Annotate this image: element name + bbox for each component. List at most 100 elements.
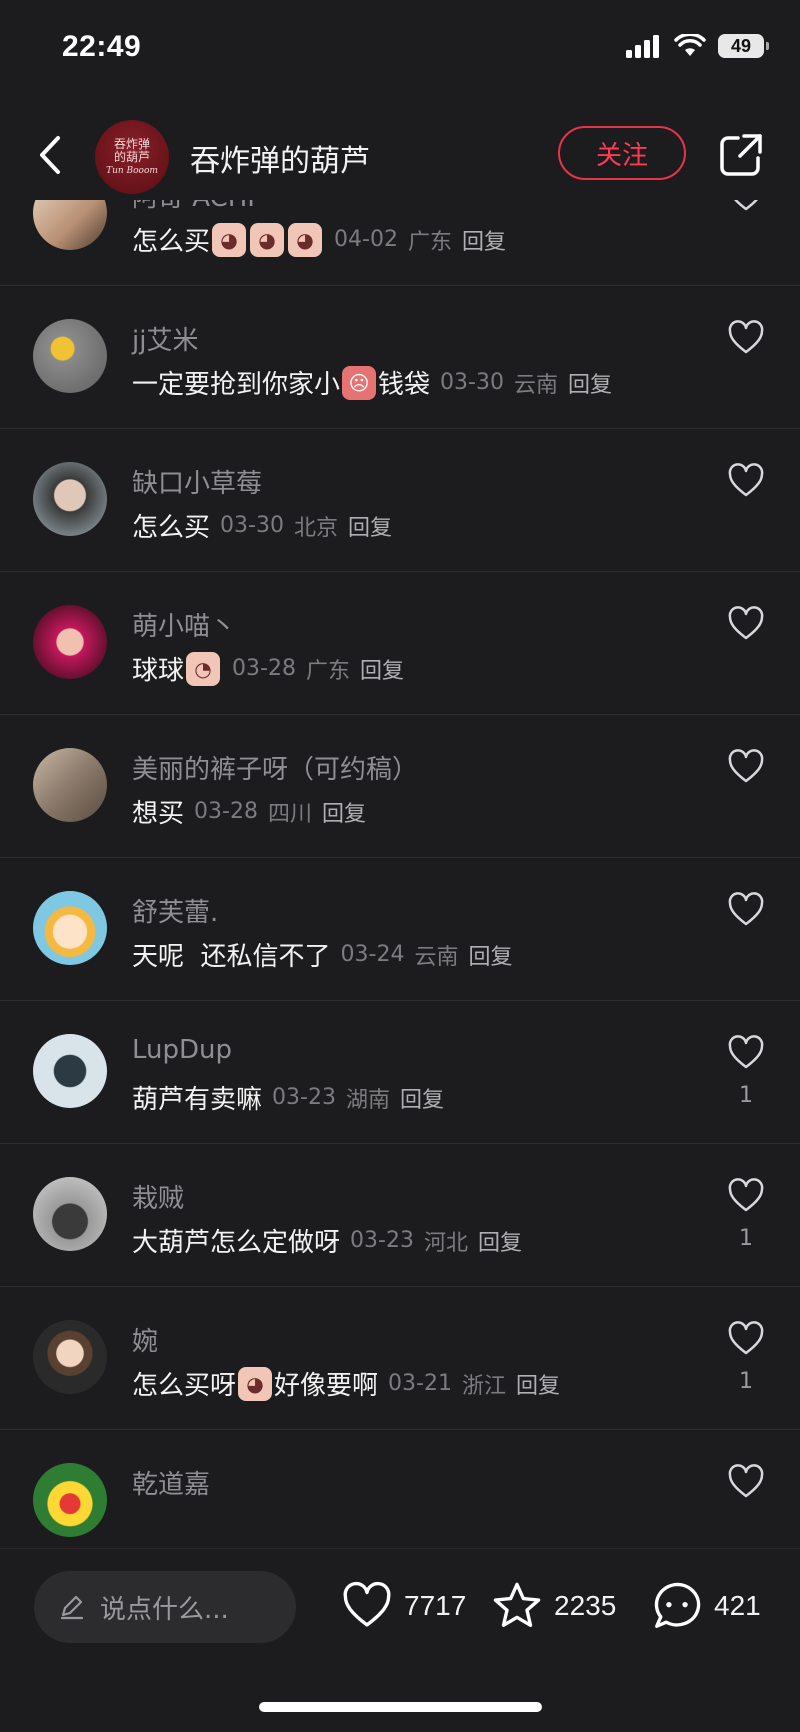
comment-date: 03-28 [194,799,258,824]
heart-icon[interactable] [726,1319,766,1359]
heart-icon[interactable] [726,461,766,501]
author-avatar[interactable]: 吞炸弹 的葫芦 Tun Booom [95,120,169,194]
avatar[interactable] [33,1177,107,1251]
comment-content: 一定要抢到你家小 ☹ 钱袋 03-30 云南 回复 [132,364,612,401]
avatar[interactable] [33,319,107,393]
avatar[interactable] [33,462,107,536]
commenter-name[interactable]: 舒芙蕾. [132,892,218,929]
comment-location: 云南 [513,372,558,398]
comment-location: 湖南 [345,1087,390,1113]
reply-button[interactable]: 回复 [360,653,404,685]
emoji-sticker-icon: ◕ [250,222,285,257]
emoji-sticker-icon: ◕ [212,222,247,257]
commenter-name[interactable]: jj艾米 [132,320,198,357]
like-total: 7717 [404,1590,467,1621]
reply-button[interactable]: 回复 [478,1225,522,1257]
reply-button[interactable]: 回复 [348,510,392,542]
comment-item[interactable]: jj艾米 一定要抢到你家小 ☹ 钱袋 03-30 云南 回复 [0,286,800,429]
pencil-icon [60,1595,84,1620]
comment-location: 云南 [414,944,459,970]
share-icon[interactable] [716,130,766,180]
comment-text: 怎么买 [132,513,211,543]
heart-icon[interactable] [726,747,766,787]
like-count: 1 [739,1083,753,1108]
comment-text: 一定要抢到你家小 [132,370,341,400]
comment-text: 想买 [132,799,185,829]
commenter-name[interactable]: 阿奇 ACHI [132,200,255,214]
comment-text: 怎么买 [132,227,211,257]
avatar[interactable] [33,748,107,822]
comment-list[interactable]: 阿奇 ACHI 怎么买 ◕ ◕ ◕ 04-02 广东 回复 jj艾米 一定要抢到… [0,200,800,1550]
heart-icon[interactable] [726,200,766,215]
avatar-logo-text-2: 的葫芦 [113,150,150,164]
nav-header: 吞炸弹 的葫芦 Tun Booom 吞炸弹的葫芦 关注 [0,112,800,202]
heart-icon[interactable] [726,1462,766,1502]
comment-item[interactable]: 乾道嘉 [0,1430,800,1550]
avatar[interactable] [33,1463,107,1537]
comment-input-placeholder: 说点什么... [100,1594,229,1625]
heart-icon[interactable] [726,318,766,358]
emoji-sticker-icon: ◕ [288,222,323,257]
heart-icon[interactable] [726,890,766,930]
favorite-button[interactable]: 2235 [490,1579,616,1633]
comments-button[interactable]: 421 [650,1579,761,1633]
star-icon [493,1582,541,1627]
comment-item[interactable]: 美丽的裤子呀（可约稿） 想买 03-28 四川 回复 [0,715,800,858]
comment-date: 03-30 [440,370,504,395]
reply-button[interactable]: 回复 [516,1368,560,1400]
comment-item[interactable]: 婉 怎么买呀 ◕ 好像要啊 03-21 浙江 回复 1 [0,1287,800,1430]
commenter-name[interactable]: 乾道嘉 [132,1464,210,1501]
comment-date: 04-02 [334,227,398,252]
heart-icon [343,1581,391,1627]
comment-text: 葫芦有卖嘛 [132,1085,263,1115]
avatar[interactable] [33,200,107,250]
commenter-name[interactable]: 缺口小草莓 [132,463,262,500]
like-button[interactable]: 7717 [340,1579,466,1633]
comment-date: 03-21 [388,1371,452,1396]
heart-icon[interactable] [726,1176,766,1216]
status-bar: 22:49 49 [0,0,800,100]
comment-item[interactable]: 萌小喵丶 球球 ◔ 03-28 广东 回复 [0,572,800,715]
signal-icon [626,35,659,58]
comment-content: 大葫芦怎么定做呀 03-23 河北 回复 [132,1222,522,1259]
comment-item[interactable]: 栽贼 大葫芦怎么定做呀 03-23 河北 回复 1 [0,1144,800,1287]
commenter-name[interactable]: 萌小喵丶 [132,606,236,643]
comment-content: 怎么买 03-30 北京 回复 [132,507,392,544]
battery-indicator: 49 [718,34,769,58]
reply-button[interactable]: 回复 [568,367,612,399]
avatar[interactable] [33,891,107,965]
comment-item[interactable]: LupDup 葫芦有卖嘛 03-23 湖南 回复 1 [0,1001,800,1144]
commenter-name[interactable]: 美丽的裤子呀（可约稿） [132,749,418,786]
comment-text: 天呢 还私信不了 [132,942,331,972]
commenter-name[interactable]: 婉 [132,1321,158,1358]
comment-item[interactable]: 舒芙蕾. 天呢 还私信不了 03-24 云南 回复 [0,858,800,1001]
emoji-sticker-icon: ☹ [342,365,377,400]
comment-date: 03-30 [220,513,284,538]
comment-content: 想买 03-28 四川 回复 [132,793,366,830]
comment-text-continued: 好像要啊 [274,1371,379,1401]
author-name[interactable]: 吞炸弹的葫芦 [190,136,370,180]
home-indicator[interactable] [259,1702,542,1712]
comment-input[interactable]: 说点什么... [34,1571,296,1643]
comment-date: 03-23 [272,1085,336,1110]
avatar[interactable] [33,605,107,679]
reply-button[interactable]: 回复 [322,796,366,828]
comment-content: 葫芦有卖嘛 03-23 湖南 回复 [132,1079,444,1116]
reply-button[interactable]: 回复 [462,224,506,256]
heart-icon[interactable] [726,1033,766,1073]
emoji-sticker-icon: ◔ [186,651,221,686]
avatar[interactable] [33,1034,107,1108]
comment-item[interactable]: 阿奇 ACHI 怎么买 ◕ ◕ ◕ 04-02 广东 回复 [0,200,800,286]
commenter-name[interactable]: LupDup [132,1035,232,1065]
comment-bubble-icon [654,1582,701,1628]
avatar[interactable] [33,1320,107,1394]
back-arrow-icon[interactable] [30,130,74,180]
reply-button[interactable]: 回复 [468,939,512,971]
follow-button[interactable]: 关注 [558,126,686,180]
avatar-logo-caption: Tun Booom [106,166,158,176]
reply-button[interactable]: 回复 [400,1082,444,1114]
commenter-name[interactable]: 栽贼 [132,1178,184,1215]
comment-item[interactable]: 缺口小草莓 怎么买 03-30 北京 回复 [0,429,800,572]
heart-icon[interactable] [726,604,766,644]
comment-date: 03-23 [350,1228,414,1253]
